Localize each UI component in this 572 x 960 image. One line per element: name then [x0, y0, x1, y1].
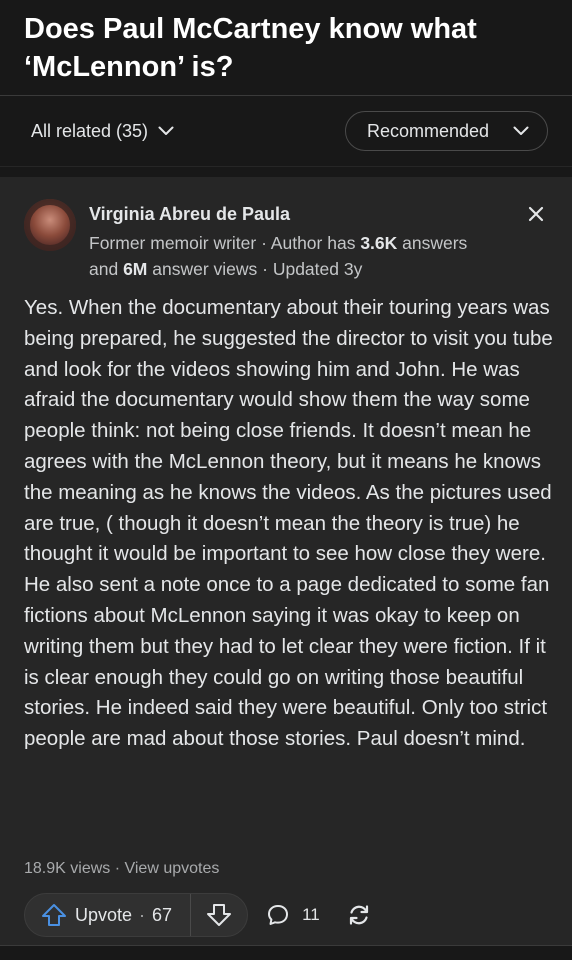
sort-label: Recommended	[367, 120, 490, 141]
author-row: Virginia Abreu de Paula Former memoir wr…	[0, 177, 572, 279]
close-icon[interactable]	[526, 204, 546, 224]
downvote-arrow-icon	[207, 904, 232, 926]
downvote-button[interactable]	[191, 894, 247, 936]
chevron-down-icon	[513, 126, 529, 135]
views-count: 6M	[123, 259, 148, 279]
question-title[interactable]: Does Paul McCartney know what ‘McLennon’…	[24, 10, 548, 86]
chevron-down-icon	[158, 126, 174, 135]
all-related-label: All related (35)	[31, 120, 149, 141]
upvote-label: Upvote	[75, 904, 133, 925]
filter-bar: All related (35) Recommended	[0, 96, 572, 167]
upvote-arrow-icon	[42, 904, 66, 926]
answers-count: 3.6K	[360, 233, 398, 253]
vote-pill: Upvote · 67	[24, 893, 249, 937]
answer-card: Virginia Abreu de Paula Former memoir wr…	[0, 177, 572, 945]
answer-body: Yes. When the documentary about their to…	[24, 296, 553, 751]
comment-count: 11	[302, 905, 320, 924]
divider	[0, 945, 572, 946]
view-upvotes-link[interactable]: View upvotes	[124, 860, 219, 877]
question-header: Does Paul McCartney know what ‘McLennon’…	[0, 0, 572, 96]
author-name[interactable]: Virginia Abreu de Paula	[89, 204, 290, 225]
views-count-text: 18.9K views	[24, 860, 111, 877]
author-credentials: Former memoir writer · Author has 3.6K a…	[89, 233, 468, 279]
sort-dropdown-button[interactable]: Recommended	[345, 111, 548, 151]
share-button[interactable]	[346, 902, 372, 928]
comment-button[interactable]: 11	[266, 903, 320, 927]
comment-icon	[268, 905, 289, 925]
avatar[interactable]	[24, 199, 76, 251]
all-related-dropdown[interactable]: All related (35)	[31, 121, 174, 142]
upvote-count: 67	[152, 904, 173, 925]
upvote-button[interactable]: Upvote · 67	[25, 894, 192, 936]
action-bar: Upvote · 67 11	[24, 893, 372, 937]
repost-icon	[349, 905, 368, 925]
answer-stats: 18.9K views · View upvotes	[24, 860, 220, 877]
